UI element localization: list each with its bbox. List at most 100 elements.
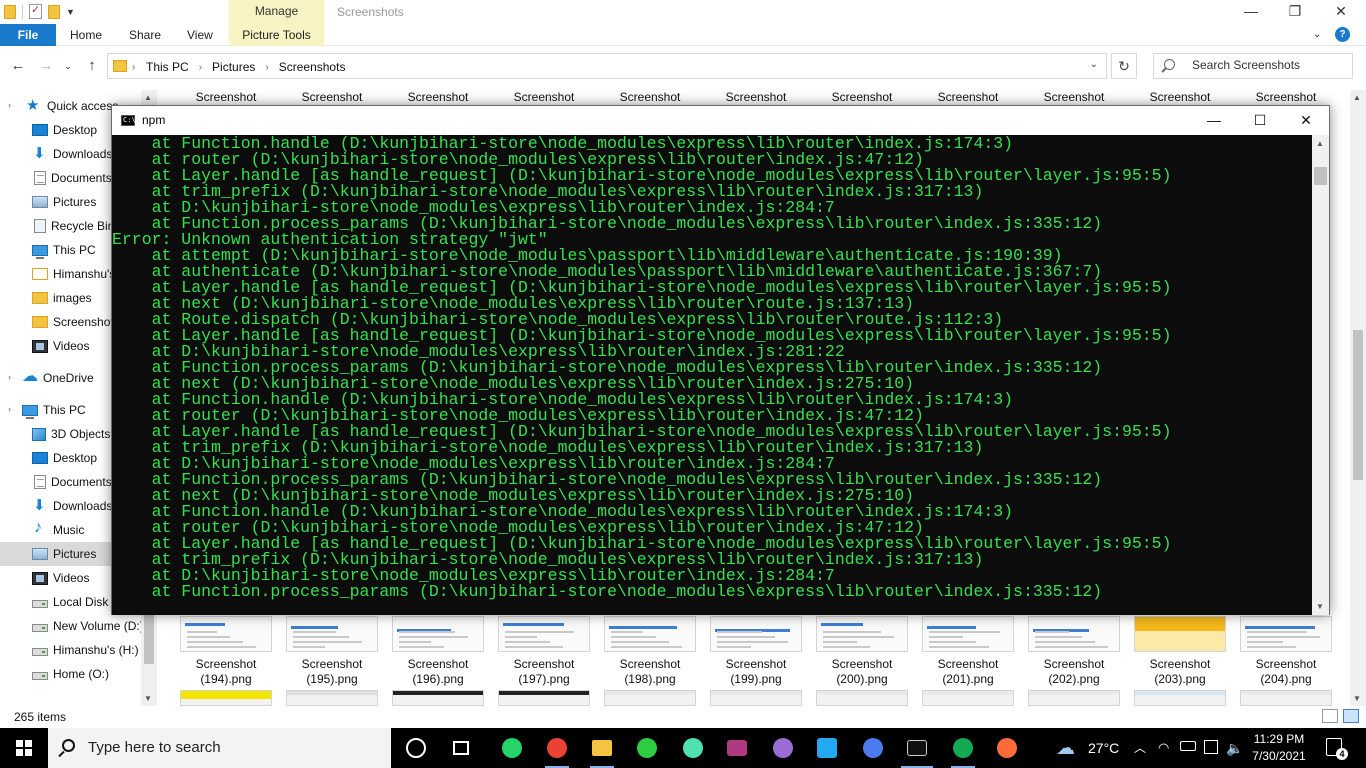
scroll-down-icon[interactable]: ▼ [1353, 694, 1361, 703]
file-thumbnail-partial[interactable] [816, 690, 908, 706]
file-name-partial[interactable]: Screenshot [922, 90, 1014, 104]
file-item[interactable]: Screenshot (203).png [1134, 616, 1226, 686]
address-bar[interactable]: › This PC › Pictures › Screenshots ⌄ [107, 53, 1107, 79]
file-name-partial[interactable]: Screenshot [816, 90, 908, 104]
properties-icon[interactable] [29, 3, 42, 19]
taskbar-search[interactable] [48, 728, 391, 768]
taskbar-app[interactable] [767, 732, 799, 764]
file-item[interactable]: Screenshot (198).png [604, 616, 696, 686]
maximize-icon[interactable]: ☐ [1237, 106, 1283, 135]
scroll-up-icon[interactable]: ▲ [1353, 93, 1361, 102]
chevron-right-icon[interactable]: › [265, 62, 268, 73]
file-name-partial[interactable]: Screenshot [498, 90, 590, 104]
wifi-icon[interactable]: ◠ [1158, 728, 1169, 768]
taskbar-app[interactable] [496, 732, 528, 764]
file-item[interactable]: Screenshot (195).png [286, 616, 378, 686]
console-output[interactable]: at Function.handle (D:\kunjbihari-store\… [112, 135, 1312, 615]
file-list-scrollbar[interactable]: ▲ ▼ [1350, 90, 1366, 706]
expand-chevron-icon[interactable]: › [8, 372, 18, 382]
tab-file[interactable]: File [0, 24, 56, 46]
breadcrumb-screenshots[interactable]: Screenshots [279, 60, 346, 74]
breadcrumb-pictures[interactable]: Pictures [212, 60, 255, 74]
scroll-up-icon[interactable]: ▲ [1316, 139, 1324, 148]
taskbar-app[interactable] [811, 732, 843, 764]
file-item[interactable]: Screenshot (199).png [710, 616, 802, 686]
expand-chevron-icon[interactable]: › [8, 100, 18, 110]
file-item[interactable]: Screenshot (202).png [1028, 616, 1120, 686]
file-thumbnail-partial[interactable] [392, 690, 484, 706]
sidebar-item-himanshu-s-h[interactable]: Himanshu's (H:) [0, 638, 141, 662]
taskbar-app[interactable] [901, 732, 933, 768]
taskbar-app[interactable] [991, 732, 1023, 764]
breadcrumb-this-pc[interactable]: This PC [146, 60, 189, 74]
chevron-right-icon[interactable]: › [199, 62, 202, 73]
minimize-icon[interactable]: — [1240, 2, 1262, 20]
file-name-partial[interactable]: Screenshot [604, 90, 696, 104]
file-item[interactable]: Screenshot (204).png [1240, 616, 1332, 686]
taskbar-app[interactable] [857, 732, 889, 764]
scroll-up-icon[interactable]: ▲ [144, 93, 152, 102]
file-name-partial[interactable]: Screenshot [1240, 90, 1332, 104]
file-name-partial[interactable]: Screenshot [710, 90, 802, 104]
file-name-partial[interactable]: Screenshot [1134, 90, 1226, 104]
recent-locations-icon[interactable]: ⌄ [58, 56, 78, 76]
minimize-icon[interactable]: — [1191, 106, 1237, 135]
file-thumbnail-partial[interactable] [1134, 690, 1226, 706]
file-name-partial[interactable]: Screenshot [392, 90, 484, 104]
chevron-down-icon[interactable]: ⌄ [1090, 59, 1098, 70]
battery-icon[interactable] [1180, 741, 1196, 751]
close-icon[interactable]: ✕ [1283, 106, 1329, 135]
taskbar-app[interactable] [947, 732, 979, 768]
file-thumbnail-partial[interactable] [1240, 690, 1332, 706]
scrollbar-thumb[interactable] [1353, 330, 1363, 480]
file-name-partial[interactable]: Screenshot [286, 90, 378, 104]
file-name-partial[interactable]: Screenshot [1028, 90, 1120, 104]
file-item[interactable]: Screenshot (197).png [498, 616, 590, 686]
file-item[interactable]: Screenshot (194).png [180, 616, 272, 686]
taskbar-app[interactable] [586, 732, 618, 768]
new-folder-icon[interactable] [48, 4, 60, 19]
taskbar-app[interactable] [541, 732, 573, 768]
file-item[interactable]: Screenshot (196).png [392, 616, 484, 686]
show-hidden-icons-icon[interactable]: ︿ [1134, 728, 1146, 768]
taskbar-app[interactable] [447, 732, 479, 764]
search-box[interactable] [1153, 53, 1353, 79]
file-thumbnail-partial[interactable] [710, 690, 802, 706]
up-arrow-icon[interactable]: ↑ [82, 56, 102, 76]
large-icons-view-icon[interactable] [1343, 709, 1359, 723]
file-name-partial[interactable]: Screenshot [180, 90, 272, 104]
sidebar-item-home-o[interactable]: Home (O:) [0, 662, 141, 686]
scroll-down-icon[interactable]: ▼ [144, 694, 152, 703]
speaker-icon[interactable]: 🔈 [1226, 728, 1243, 768]
tab-picture-tools[interactable]: Picture Tools [229, 24, 324, 46]
scrollbar-thumb[interactable] [1314, 167, 1327, 185]
help-icon[interactable]: ? [1335, 27, 1350, 42]
restore-icon[interactable]: ❐ [1284, 2, 1306, 20]
file-thumbnail-partial[interactable] [1028, 690, 1120, 706]
file-thumbnail-partial[interactable] [180, 690, 272, 706]
search-input[interactable] [1192, 58, 1347, 72]
sidebar-item-new-volume-d[interactable]: New Volume (D:) [0, 614, 141, 638]
file-thumbnail-partial[interactable] [498, 690, 590, 706]
security-icon[interactable] [1204, 740, 1218, 754]
file-thumbnail-partial[interactable] [286, 690, 378, 706]
tab-home[interactable]: Home [70, 24, 102, 46]
scroll-down-icon[interactable]: ▼ [1316, 602, 1324, 611]
close-icon[interactable]: ✕ [1330, 2, 1352, 20]
file-item[interactable]: Screenshot (201).png [922, 616, 1014, 686]
file-thumbnail-partial[interactable] [922, 690, 1014, 706]
manage-tab[interactable]: Manage [229, 0, 324, 24]
details-view-icon[interactable] [1322, 709, 1338, 723]
chevron-down-icon[interactable]: ▼ [66, 7, 75, 17]
expand-ribbon-icon[interactable]: ⌄ [1313, 24, 1321, 46]
clock[interactable]: 11:29 PM 7/30/2021 [1248, 731, 1310, 765]
refresh-icon[interactable]: ↻ [1111, 53, 1137, 79]
file-item[interactable]: Screenshot (200).png [816, 616, 908, 686]
expand-chevron-icon[interactable]: › [8, 404, 18, 414]
file-thumbnail-partial[interactable] [604, 690, 696, 706]
taskbar-app[interactable] [631, 732, 663, 764]
tab-share[interactable]: Share [129, 24, 161, 46]
taskbar-app[interactable] [677, 732, 709, 764]
tab-view[interactable]: View [187, 24, 213, 46]
console-scrollbar[interactable]: ▲ ▼ [1312, 135, 1329, 615]
